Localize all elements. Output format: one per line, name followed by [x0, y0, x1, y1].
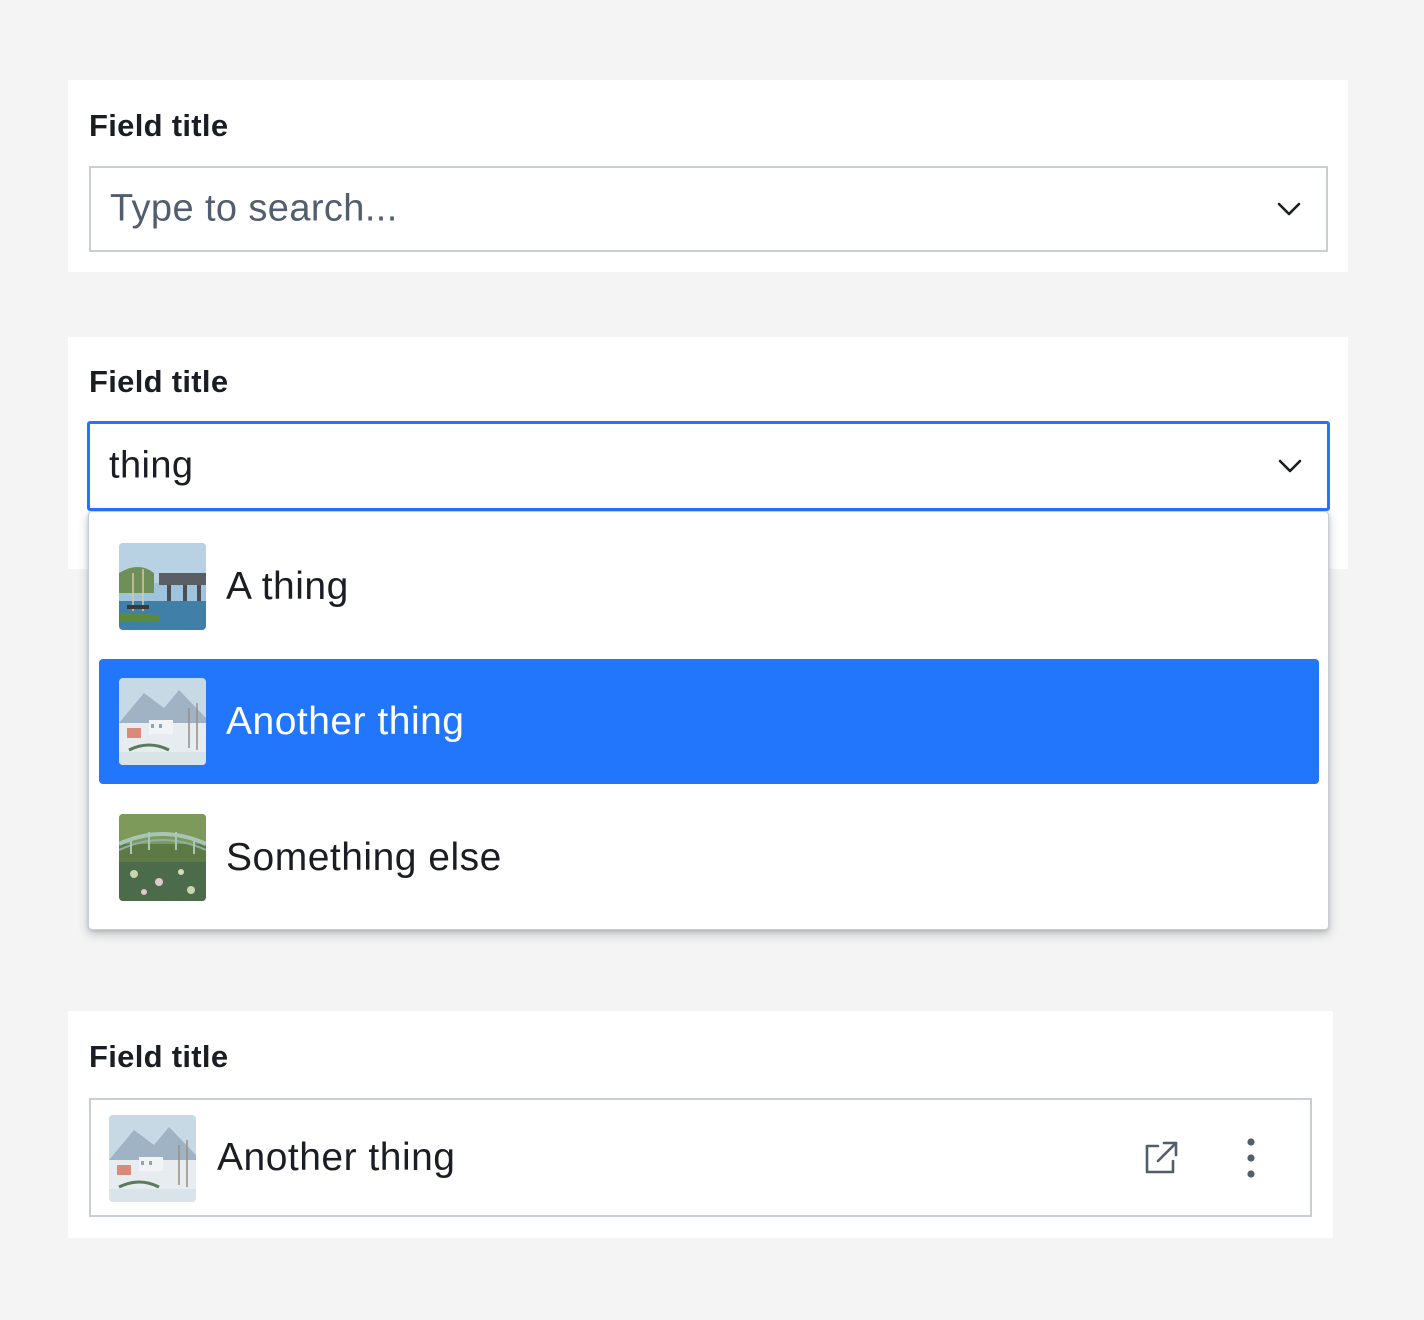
more-vertical-icon[interactable]: [1233, 1136, 1269, 1180]
snowy-village-painting-thumbnail: [119, 678, 206, 765]
bridge-painting-thumbnail: [119, 543, 206, 630]
chevron-down-icon[interactable]: [1275, 451, 1305, 481]
field-card-empty: Field title Type to search...: [68, 80, 1348, 272]
selected-reference[interactable]: Another thing: [89, 1098, 1312, 1217]
search-input-placeholder[interactable]: Type to search...: [110, 188, 398, 231]
selected-label: Another thing: [217, 1135, 456, 1179]
chevron-down-icon[interactable]: [1274, 194, 1304, 224]
field-title: Field title: [89, 364, 229, 399]
field-card-selected: Field title Another thing: [68, 1011, 1333, 1238]
water-lily-bridge-painting-thumbnail: [119, 814, 206, 901]
snowy-village-painting-thumbnail: [109, 1115, 196, 1202]
external-link-icon[interactable]: [1141, 1138, 1181, 1178]
search-combobox[interactable]: Type to search...: [89, 166, 1328, 252]
option-item-highlighted[interactable]: Another thing: [99, 659, 1319, 784]
option-item[interactable]: A thing: [99, 524, 1319, 649]
search-input[interactable]: thing: [109, 445, 193, 488]
option-label: Another thing: [226, 699, 465, 743]
option-label: Something else: [226, 835, 502, 879]
option-item[interactable]: Something else: [99, 795, 1319, 920]
field-title: Field title: [89, 1039, 229, 1074]
field-title: Field title: [89, 108, 229, 143]
option-label: A thing: [226, 564, 349, 608]
options-listbox: A thing Another thing Something else: [88, 511, 1329, 930]
search-combobox-focused[interactable]: thing: [87, 421, 1330, 511]
